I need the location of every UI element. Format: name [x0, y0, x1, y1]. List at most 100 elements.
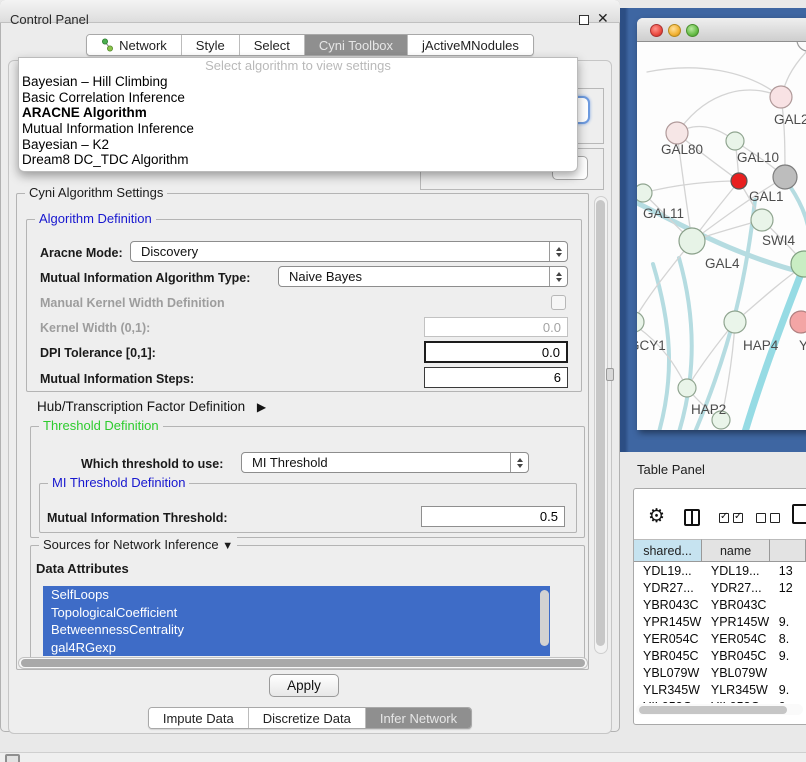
minimized-panel-icon[interactable]	[5, 754, 20, 762]
network-node-hap4[interactable]	[724, 311, 746, 333]
attribute-item-topologicalcoefficient[interactable]: TopologicalCoefficient	[43, 604, 550, 622]
network-node-gal4[interactable]	[679, 228, 705, 254]
algorithm-dropdown-popup: Select algorithm to view settingsBayesia…	[18, 57, 578, 172]
dropdown-item-bayesian-hill-climbing[interactable]: Bayesian – Hill Climbing	[19, 74, 577, 90]
dropdown-item-dream8-dc-tdc-algorithm[interactable]: Dream8 DC_TDC Algorithm	[19, 152, 577, 168]
network-edge[interactable]	[637, 324, 687, 388]
mi-steps-field[interactable]: 6	[424, 367, 568, 388]
network-node[interactable]	[797, 42, 806, 51]
column-header-clipped[interactable]	[770, 539, 806, 562]
attribute-item-selfloops[interactable]: SelfLoops	[43, 586, 550, 604]
dropdown-item-basic-correlation-inference[interactable]: Basic Correlation Inference	[19, 90, 577, 106]
table-settings-gear-icon[interactable]: ⚙	[648, 505, 665, 528]
column-header-shared[interactable]: shared...	[634, 539, 702, 562]
deselect-all-icon[interactable]	[756, 513, 780, 523]
manual-kernel-width-checkbox[interactable]	[551, 295, 566, 310]
panel-resize-grip[interactable]	[606, 368, 614, 381]
tab-impute-data[interactable]: Impute Data	[149, 708, 249, 728]
network-edge[interactable]	[679, 258, 692, 430]
dropdown-item-mutual-information-inference[interactable]: Mutual Information Inference	[19, 121, 577, 137]
network-node-gal1[interactable]	[751, 209, 773, 231]
attribute-item-betweennesscentrality[interactable]: BetweennessCentrality	[43, 621, 550, 639]
data-attributes-label: Data Attributes	[36, 561, 129, 576]
network-window-titlebar[interactable]	[637, 18, 806, 42]
table-cell: YBL079W	[634, 666, 702, 680]
table-cell: YPR145W	[634, 615, 702, 629]
node-label: HAP4	[743, 338, 779, 353]
table-cell: YLR345W	[702, 683, 770, 697]
attribute-list-scrollbar[interactable]	[540, 590, 549, 646]
network-node-gal11[interactable]	[637, 184, 652, 202]
tab-jactivemnodules[interactable]: jActiveMNodules	[408, 35, 533, 55]
table-row[interactable]: YPR145WYPR145W9.	[634, 613, 806, 630]
network-node[interactable]	[731, 173, 747, 189]
dropdown-item-bayesian-k2[interactable]: Bayesian – K2	[19, 137, 577, 153]
minimize-traffic-light-icon[interactable]	[668, 24, 681, 37]
table-row[interactable]: YDL19...YDL19...13	[634, 562, 806, 579]
table-horizontal-scrollbar-thumb[interactable]	[639, 706, 787, 714]
tab-infer-network[interactable]: Infer Network	[366, 708, 471, 728]
network-edge[interactable]	[643, 181, 739, 193]
network-node[interactable]	[773, 165, 797, 189]
table-row[interactable]: YDR27...YDR27...12	[634, 579, 806, 596]
node-label: SWI4	[762, 233, 795, 248]
table-row[interactable]: YBL079WYBL079W	[634, 664, 806, 681]
tab-style[interactable]: Style	[182, 35, 240, 55]
network-canvas[interactable]: GAL2GAL80GAL10GAL1GAL11GAL4SWI4GCY1HAP4Y…	[637, 42, 806, 430]
control-panel-titlebar[interactable]	[0, 0, 620, 23]
kernel-width-field[interactable]: 0.0	[424, 317, 568, 337]
dpi-tolerance-field[interactable]: 0.0	[424, 341, 568, 363]
table-row[interactable]: YIL052CYIL052C9	[634, 698, 806, 703]
table-cell: YLR345W	[634, 683, 702, 697]
hub-definition-toggle[interactable]: Hub/Transcription Factor Definition ▶	[37, 399, 266, 414]
network-node-hap2[interactable]	[678, 379, 696, 397]
table-cell: YBL079W	[702, 666, 770, 680]
close-icon[interactable]: ✕	[597, 10, 609, 27]
network-node-gal2[interactable]	[770, 86, 792, 108]
close-traffic-light-icon[interactable]	[650, 24, 663, 37]
tab-discretize-data[interactable]: Discretize Data	[249, 708, 366, 728]
which-threshold-combo[interactable]: MI Threshold	[241, 452, 529, 473]
aracne-mode-combo[interactable]: Discovery	[130, 241, 568, 262]
tab-cyni-toolbox[interactable]: Cyni Toolbox	[305, 35, 408, 55]
table-row[interactable]: YBR045CYBR045C9.	[634, 647, 806, 664]
show-columns-icon[interactable]	[684, 509, 700, 526]
settings-horizontal-scrollbar-thumb[interactable]	[21, 659, 585, 667]
network-node-y[interactable]	[790, 311, 806, 333]
node-label: GAL10	[737, 150, 779, 165]
table-row[interactable]: YER054CYER054C8.	[634, 630, 806, 647]
tab-label: Select	[254, 38, 290, 53]
network-node-gal10[interactable]	[726, 132, 744, 150]
network-node-gcy1[interactable]	[637, 312, 644, 332]
table-row[interactable]: YLR345WYLR345W9.	[634, 681, 806, 698]
mi-algorithm-type-combo[interactable]: Naive Bayes	[278, 266, 568, 287]
table-cell: YIL052C	[634, 700, 702, 704]
network-edge[interactable]	[647, 68, 781, 97]
mi-threshold-field[interactable]: 0.5	[421, 506, 565, 527]
tab-network[interactable]: Network	[87, 35, 182, 55]
settings-vertical-scrollbar-thumb[interactable]	[596, 200, 605, 646]
dropdown-item-aracne-algorithm[interactable]: ARACNE Algorithm	[19, 105, 577, 121]
mi-steps-label: Mutual Information Steps:	[40, 372, 194, 386]
table-cell: 9.	[770, 649, 806, 663]
network-edge[interactable]	[687, 322, 735, 388]
table-row[interactable]: YBR043CYBR043C	[634, 596, 806, 613]
tab-label: jActiveMNodules	[422, 38, 519, 53]
zoom-traffic-light-icon[interactable]	[686, 24, 699, 37]
expanded-arrow-icon[interactable]: ▼	[222, 540, 233, 552]
export-table-icon[interactable]	[792, 504, 806, 524]
column-header-name[interactable]: name	[702, 539, 770, 562]
node-label: GAL2	[774, 112, 806, 127]
network-node-gal80[interactable]	[666, 122, 688, 144]
control-panel-title: Control Panel	[10, 12, 89, 27]
attribute-item-gal4rgexp[interactable]: gal4RGexp	[43, 639, 550, 657]
apply-button[interactable]: Apply	[269, 674, 339, 697]
threshold-definition-legend: Threshold Definition	[39, 418, 163, 433]
float-window-icon[interactable]	[579, 15, 589, 25]
select-all-icon[interactable]	[719, 513, 743, 523]
table-cell: YBR045C	[702, 649, 770, 663]
table-cell: YDR27...	[702, 581, 770, 595]
tab-select[interactable]: Select	[240, 35, 305, 55]
table-body: YDL19...YDL19...13YDR27...YDR27...12YBR0…	[634, 562, 806, 703]
table-cell: 12	[770, 581, 806, 595]
